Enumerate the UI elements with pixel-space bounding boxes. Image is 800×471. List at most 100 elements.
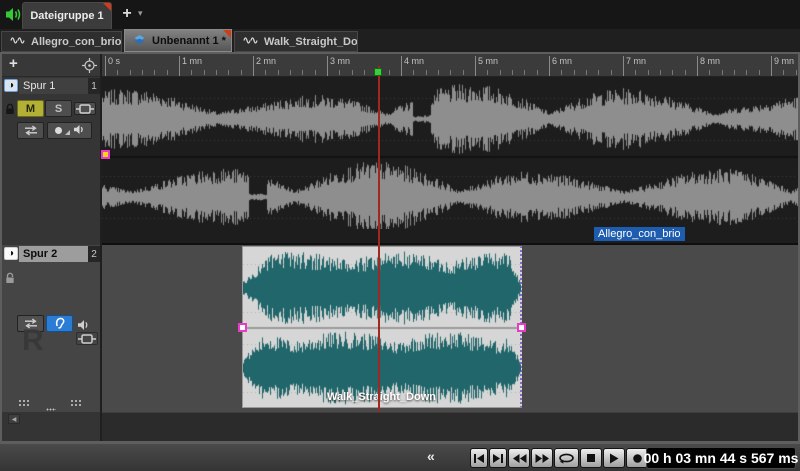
waveform-icon	[10, 35, 25, 49]
panorama-icon[interactable]	[17, 122, 44, 139]
ruler-tick	[117, 70, 118, 75]
ruler-tick	[352, 70, 353, 75]
ruler-tick	[537, 70, 538, 75]
clip-left-handle[interactable]	[238, 323, 247, 332]
ruler-tick	[216, 70, 217, 75]
ruler-tick	[241, 70, 242, 75]
resize-grip-icon[interactable]	[18, 399, 31, 408]
track2-lane[interactable]: Walk_Straight_Down	[102, 245, 798, 412]
monitor-ear-button[interactable]	[46, 315, 73, 332]
resize-grip-icon[interactable]	[70, 399, 83, 408]
playback-locator-icon[interactable]	[374, 68, 382, 76]
tab-unbenannt-1[interactable]: Unbenannt 1 *	[124, 29, 232, 52]
mute-button[interactable]: M	[17, 100, 44, 117]
record-arm-monitor-button[interactable]	[47, 122, 92, 139]
focus-target-icon[interactable]	[82, 58, 97, 78]
time-position-display[interactable]: 00 h 03 mn 44 s 567 ms	[644, 447, 798, 469]
ruler-tick	[512, 70, 513, 75]
ruler-label: 6 mn	[552, 56, 573, 66]
volume-handle[interactable]	[101, 150, 110, 159]
ruler-tick	[746, 70, 747, 75]
transport-bar: « 00 h 03 mn 44 s 567 ms	[0, 443, 800, 471]
speaker-icon	[73, 124, 85, 138]
group-tab-bar: Dateigruppe 1 + ▾	[0, 0, 800, 29]
ruler-tick	[598, 70, 599, 75]
playhead-line[interactable]	[378, 66, 380, 412]
tab-label: Allegro_con_brio	[31, 35, 122, 48]
stop-button[interactable]	[580, 448, 602, 468]
track1-name[interactable]: Spur 1	[19, 78, 88, 94]
ruler-tick-major	[105, 56, 106, 76]
track1-clip-name[interactable]: Allegro_con_brio	[594, 227, 685, 241]
ruler-tick	[339, 70, 340, 75]
tab-dateigruppe[interactable]: Dateigruppe 1	[22, 2, 112, 29]
ruler-label: 7 mn	[626, 56, 647, 66]
solo-button[interactable]: S	[45, 100, 72, 117]
track1-name-row: ◑ Spur 1 1	[2, 78, 100, 95]
track1-enable-toggle-icon[interactable]: ◑	[4, 79, 18, 92]
transport-collapse-button[interactable]: «	[427, 448, 435, 464]
ruler-label: 9 mn	[774, 56, 795, 66]
track2-clip[interactable]: Walk_Straight_Down	[238, 246, 526, 408]
add-group-tab-button[interactable]: +	[118, 4, 136, 24]
go-to-end-button[interactable]	[489, 448, 507, 468]
time-ruler[interactable]: 0 s 1 mn 2 mn 3 mn 4 mn 5 mn 6 mn 7 mn 8 mn 9 mn	[102, 54, 798, 77]
ruler-tick	[524, 70, 525, 75]
ruler-label: 1 mn	[182, 56, 203, 66]
track1-header[interactable]: ◑ Spur 1 1 M S	[2, 77, 100, 245]
fast-forward-button[interactable]	[531, 448, 553, 468]
go-to-start-button[interactable]	[470, 448, 488, 468]
add-group-tab-caret-icon[interactable]: ▾	[138, 8, 143, 19]
clip-right-handle[interactable]	[517, 323, 526, 332]
ruler-tick	[759, 70, 760, 75]
track1-lane[interactable]: Allegro_con_brio	[101, 77, 798, 245]
track2-header[interactable]: ◑ Spur 2 2 R	[2, 245, 100, 412]
ruler-tick	[611, 70, 612, 75]
record-mode-corner-icon	[64, 130, 70, 135]
ruler-tick	[142, 70, 143, 75]
track1-lock-icon[interactable]	[5, 102, 15, 120]
tab-walk-straight-down[interactable]: Walk_Straight_Down	[234, 31, 358, 52]
track2-lock-icon[interactable]	[5, 271, 15, 289]
plugin-chain-icon[interactable]	[74, 102, 96, 115]
audio-output-icon	[5, 7, 22, 27]
ruler-tick	[487, 70, 488, 75]
add-track-button[interactable]: +	[9, 55, 18, 72]
ruler-tick	[228, 70, 229, 75]
ruler-label: 5 mn	[478, 56, 499, 66]
ruler-tick	[302, 70, 303, 75]
ruler-tick	[438, 70, 439, 75]
track2-number: 2	[88, 246, 100, 262]
ruler-tick	[130, 70, 131, 75]
modified-corner-icon	[223, 30, 231, 38]
record-dot-icon	[54, 127, 62, 134]
daw-window: Dateigruppe 1 + ▾ Allegro_con_brio Unben…	[0, 0, 800, 471]
track1-number: 1	[88, 78, 100, 94]
ruler-tick	[561, 70, 562, 75]
ruler-tick	[722, 70, 723, 75]
ruler-tick	[783, 70, 784, 75]
track1-waveform-canvas[interactable]	[102, 79, 798, 229]
tab-label: Unbenannt 1 *	[152, 34, 226, 47]
rewind-button[interactable]	[508, 448, 530, 468]
modified-corner-icon	[103, 3, 111, 11]
tab-allegro-con-brio[interactable]: Allegro_con_brio	[1, 31, 122, 52]
ruler-tick	[500, 70, 501, 75]
group-tab-label: Dateigruppe 1	[30, 10, 104, 22]
plugin-chain-icon[interactable]	[76, 332, 98, 345]
play-button[interactable]	[603, 448, 625, 468]
resize-grip-icon[interactable]	[46, 408, 56, 411]
scroll-left-button[interactable]: ◀	[8, 414, 20, 424]
ruler-label: 4 mn	[404, 56, 425, 66]
loop-button[interactable]	[554, 448, 579, 468]
track2-name[interactable]: Spur 2	[19, 246, 88, 262]
ruler-label: 8 mn	[700, 56, 721, 66]
ruler-tick	[413, 70, 414, 75]
track2-enable-toggle-icon[interactable]: ◑	[4, 247, 18, 260]
ruler-tick	[204, 70, 205, 75]
ruler-tick	[278, 70, 279, 75]
ruler-tick-major	[475, 56, 476, 76]
ruler-tick	[389, 70, 390, 75]
ruler-tick	[265, 70, 266, 75]
track2-waveform-canvas[interactable]	[243, 247, 521, 407]
